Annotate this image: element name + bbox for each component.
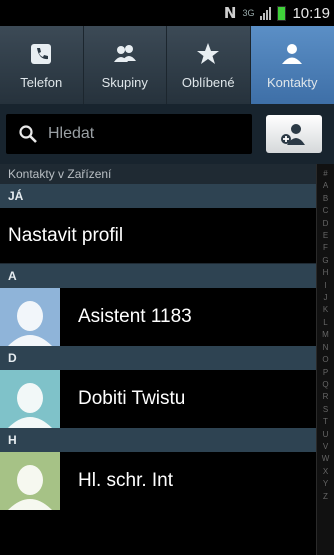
- index-letter[interactable]: E: [323, 230, 328, 242]
- data-indicator-icon: 3G: [242, 7, 255, 18]
- index-letter[interactable]: T: [323, 416, 328, 428]
- index-letter[interactable]: H: [323, 267, 329, 279]
- list-item[interactable]: Hl. schr. Int: [0, 452, 316, 510]
- contact-name: Asistent 1183: [78, 306, 192, 327]
- add-contact-button[interactable]: [266, 115, 322, 153]
- tab-kontakty[interactable]: Kontakty: [250, 26, 334, 104]
- index-letter[interactable]: F: [323, 242, 328, 254]
- group-header-h: H: [0, 428, 316, 452]
- group-header-a: A: [0, 264, 316, 288]
- index-letter[interactable]: P: [323, 367, 328, 379]
- tab-label: Oblíbené: [181, 74, 235, 90]
- group-header-me: JÁ: [0, 184, 316, 208]
- star-icon: [197, 42, 220, 64]
- phone-icon: [31, 43, 52, 64]
- tab-oblibene[interactable]: Oblíbené: [167, 26, 251, 104]
- index-letter[interactable]: B: [323, 193, 328, 205]
- index-letter[interactable]: Z: [323, 491, 328, 503]
- set-profile-label: Nastavit profil: [8, 224, 124, 246]
- section-title: Kontakty v Zařízení: [8, 167, 112, 181]
- index-letter[interactable]: R: [323, 391, 329, 403]
- battery-icon: [277, 5, 287, 21]
- tab-label: Kontakty: [266, 74, 318, 90]
- set-profile-row[interactable]: Nastavit profil: [0, 208, 316, 264]
- tab-bar: Telefon Skupiny Oblíbené Kontakty: [0, 26, 334, 104]
- search-row: Hledat: [0, 104, 334, 164]
- index-letter[interactable]: M: [322, 329, 329, 341]
- index-letter[interactable]: Y: [323, 478, 328, 490]
- tab-telefon[interactable]: Telefon: [0, 26, 84, 104]
- index-letter[interactable]: #: [323, 168, 327, 180]
- nfc-icon: N: [223, 4, 237, 22]
- group-letter: D: [8, 351, 17, 365]
- status-bar: N 3G 10:19: [0, 0, 334, 26]
- index-letter[interactable]: N: [323, 342, 329, 354]
- index-letter[interactable]: J: [324, 292, 328, 304]
- section-header: Kontakty v Zařízení: [0, 164, 316, 184]
- index-letter[interactable]: A: [323, 180, 328, 192]
- clock: 10:19: [292, 4, 330, 22]
- index-letter[interactable]: U: [323, 429, 329, 441]
- avatar: [0, 288, 60, 346]
- tab-label: Skupiny: [101, 74, 148, 90]
- group-letter: A: [8, 269, 17, 283]
- contact-name: Hl. schr. Int: [78, 470, 174, 491]
- index-letter[interactable]: Q: [322, 379, 328, 391]
- index-letter[interactable]: X: [323, 466, 328, 478]
- group-letter: JÁ: [8, 189, 24, 203]
- avatar: [0, 370, 60, 428]
- list-item[interactable]: Asistent 1183: [0, 288, 316, 346]
- alphabet-index-scrollbar[interactable]: # A B C D E F G H I J K L M N O P Q R S T U V W X Y Z: [316, 164, 334, 555]
- index-letter[interactable]: L: [323, 317, 327, 329]
- tab-label: Telefon: [20, 74, 63, 90]
- search-input[interactable]: Hledat: [6, 114, 252, 154]
- tab-skupiny[interactable]: Skupiny: [84, 26, 167, 104]
- search-placeholder: Hledat: [48, 125, 95, 142]
- index-letter[interactable]: G: [322, 255, 328, 267]
- group-letter: H: [8, 433, 17, 447]
- default-avatar-icon: [8, 383, 52, 428]
- index-letter[interactable]: S: [323, 404, 328, 416]
- person-icon: [282, 43, 303, 64]
- avatar: [0, 452, 60, 510]
- index-letter[interactable]: D: [323, 218, 329, 230]
- group-icon: [113, 44, 136, 62]
- contact-name: Dobiti Twistu: [78, 388, 186, 409]
- group-header-d: D: [0, 346, 316, 370]
- index-letter[interactable]: C: [323, 205, 329, 217]
- default-avatar-icon: [8, 301, 52, 346]
- index-letter[interactable]: I: [324, 280, 326, 292]
- search-icon: [19, 125, 37, 143]
- add-contact-icon: [281, 124, 305, 145]
- signal-icon: [260, 6, 272, 20]
- contact-list[interactable]: Kontakty v Zařízení JÁ Nastavit profil A…: [0, 164, 316, 555]
- index-letter[interactable]: W: [322, 453, 330, 465]
- default-avatar-icon: [8, 465, 52, 510]
- index-letter[interactable]: V: [323, 441, 328, 453]
- list-item[interactable]: Dobiti Twistu: [0, 370, 316, 428]
- index-letter[interactable]: K: [323, 304, 328, 316]
- index-letter[interactable]: O: [322, 354, 328, 366]
